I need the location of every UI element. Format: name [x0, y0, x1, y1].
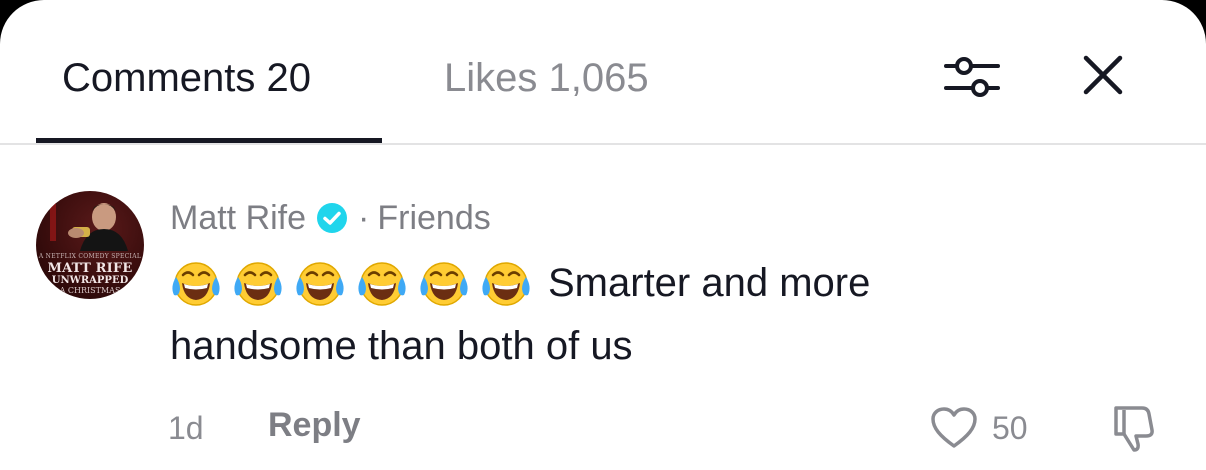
comment-text-line1: Smarter and more [170, 258, 870, 308]
filter-button[interactable] [942, 50, 1002, 102]
emoji-row [170, 257, 542, 309]
comment-text-line2: handsome than both of us [170, 324, 633, 368]
verified-badge-icon [316, 202, 348, 234]
relation-label: Friends [377, 198, 491, 237]
comment-time: 1d [168, 410, 204, 446]
comment-text-part1: Smarter and more [548, 260, 871, 305]
heart-outline-icon [931, 407, 977, 448]
tab-likes[interactable]: Likes 1,065 [444, 55, 649, 101]
tab-comments[interactable]: Comments 20 [62, 55, 311, 101]
avatar-name: MATT RIFE [47, 261, 133, 276]
close-button[interactable] [1080, 52, 1126, 98]
avatar[interactable]: A NETFLIX COMEDY SPECIAL MATT RIFE UNWRA… [36, 191, 144, 299]
reply-button[interactable]: Reply [268, 406, 361, 445]
face-with-tears-of-joy-emoji [418, 257, 470, 309]
tabs-divider [0, 143, 1206, 145]
dislike-button[interactable] [1108, 404, 1160, 452]
face-with-tears-of-joy-emoji [480, 257, 532, 309]
avatar-tagline: A NETFLIX COMEDY SPECIAL [38, 253, 142, 260]
face-with-tears-of-joy-emoji [170, 257, 222, 309]
thumbs-down-outline-icon [1114, 406, 1154, 452]
avatar-subtitle: A CHRISTMAS [59, 286, 121, 295]
close-icon [1083, 55, 1123, 95]
face-with-tears-of-joy-emoji [294, 257, 346, 309]
filter-sliders-icon [944, 57, 1000, 97]
avatar-title: UNWRAPPED [51, 275, 129, 286]
separator-dot: · [358, 198, 370, 237]
comments-sheet: Comments 20 Likes 1,065 A NETFLIX COMEDY… [0, 0, 1206, 470]
like-button[interactable] [930, 406, 978, 450]
comment-author-row: Matt Rife · Friends [170, 197, 491, 239]
face-with-tears-of-joy-emoji [356, 257, 408, 309]
face-with-tears-of-joy-emoji [232, 257, 284, 309]
author-name[interactable]: Matt Rife [170, 199, 306, 238]
like-count: 50 [992, 410, 1028, 446]
